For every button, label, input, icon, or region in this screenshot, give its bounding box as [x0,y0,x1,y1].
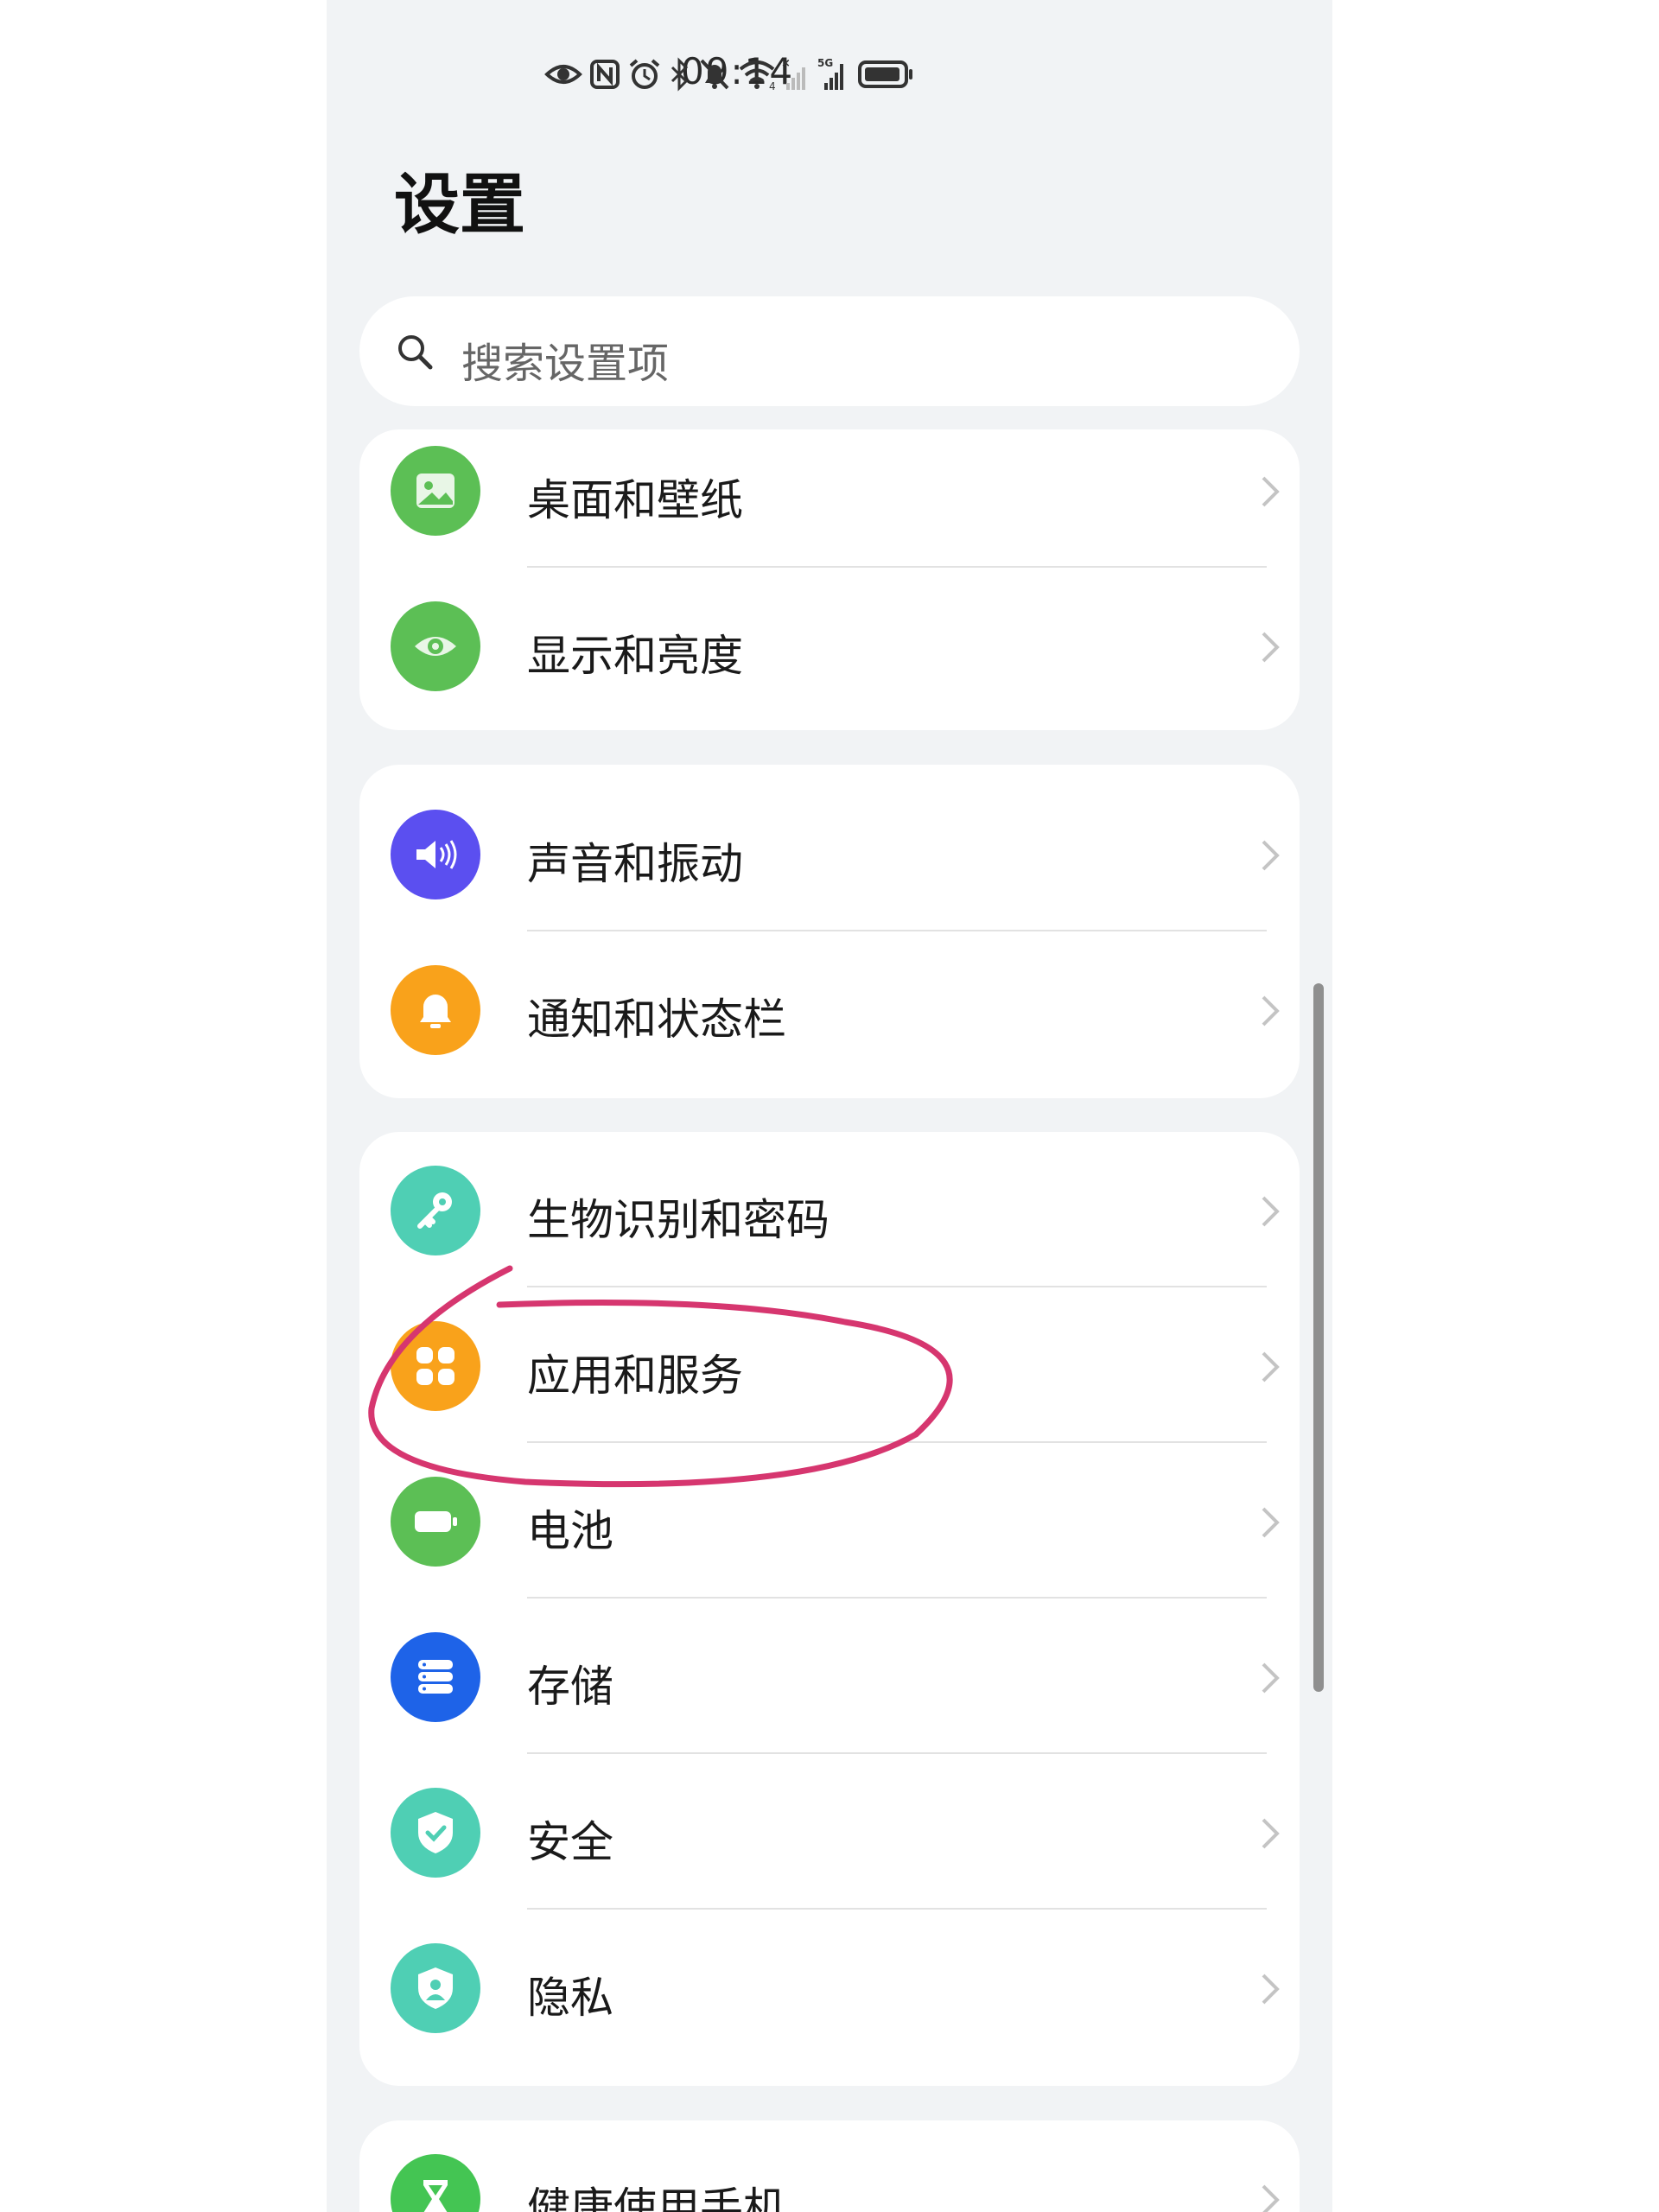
chevron-right-icon [1262,1351,1280,1382]
alarm-icon [629,59,660,89]
settings-item-label: 应用和服务 [527,1351,743,1401]
settings-item-label: 电池 [527,1506,613,1556]
settings-item-sound[interactable]: 声音和振动 [359,776,1300,931]
nfc-icon [590,60,620,89]
hourglass-icon [391,2154,480,2212]
search-input[interactable]: 搜索设置项 [359,296,1300,406]
search-icon [398,335,433,370]
svg-text:5G: 5G [817,57,833,69]
settings-group-1: 桌面和壁纸 显示和亮度 [359,429,1300,730]
sim1-signal-icon: × [781,57,805,90]
key-icon [391,1166,480,1255]
speaker-icon [391,810,480,899]
settings-item-digital-balance[interactable]: 健康使用手机 [359,2120,1300,2212]
settings-item-label: 隐私 [527,1973,613,2023]
chevron-right-icon [1262,2184,1280,2212]
chevron-right-icon [1262,840,1280,871]
settings-group-3: 生物识别和密码 应用和服务 电池 存储 安全 隐私 [359,1132,1300,2086]
chevron-right-icon [1262,632,1280,663]
chevron-right-icon [1262,476,1280,507]
settings-item-privacy[interactable]: 隐私 [359,1910,1300,2065]
search-placeholder: 搜索设置项 [461,340,670,388]
chevron-right-icon [1262,1507,1280,1538]
settings-item-label: 声音和振动 [527,839,743,889]
settings-item-apps-services[interactable]: 应用和服务 [359,1287,1300,1443]
apps-icon [391,1321,480,1411]
wallpaper-icon [391,446,480,536]
settings-item-label: 桌面和壁纸 [527,475,743,525]
settings-item-security[interactable]: 安全 [359,1754,1300,1910]
svg-text:4: 4 [769,80,776,92]
eye-icon [544,65,582,84]
settings-item-biometrics[interactable]: 生物识别和密码 [359,1132,1300,1287]
settings-item-label: 通知和状态栏 [527,995,786,1045]
5g-signal-icon: 5G [817,57,843,90]
settings-item-display[interactable]: 显示和亮度 [359,568,1300,723]
settings-item-label: 存储 [527,1662,613,1712]
settings-group-4: 健康使用手机 [359,2120,1300,2212]
wifi-icon: 4 [739,60,776,92]
mute-bell-icon [700,59,729,90]
storage-icon [391,1632,480,1722]
svg-text:×: × [781,57,791,70]
battery-icon [391,1477,480,1567]
settings-item-wallpaper[interactable]: 桌面和壁纸 [359,429,1300,568]
privacy-icon [391,1943,480,2033]
chevron-right-icon [1262,1974,1280,2005]
settings-item-label: 健康使用手机 [527,2183,786,2212]
settings-item-label: 显示和亮度 [527,631,743,681]
eye-icon [391,601,480,691]
chevron-right-icon [1262,1196,1280,1227]
settings-screen: 09:14 4 × 5G 设置 搜索设置项 桌面和壁纸 显示和亮度 声音和振动 … [327,0,1332,2212]
chevron-right-icon [1262,1662,1280,1694]
settings-group-2: 声音和振动 通知和状态栏 [359,765,1300,1098]
chevron-right-icon [1262,995,1280,1027]
settings-item-label: 生物识别和密码 [527,1195,830,1245]
battery-icon [858,60,912,88]
shield-check-icon [391,1788,480,1878]
scrollbar[interactable] [1313,983,1324,1692]
bell-icon [391,965,480,1055]
settings-item-notifications[interactable]: 通知和状态栏 [359,931,1300,1087]
bluetooth-icon [671,57,689,92]
settings-item-storage[interactable]: 存储 [359,1599,1300,1754]
page-title: 设置 [394,166,525,243]
status-bar: 09:14 4 × 5G [327,0,1332,147]
settings-item-battery[interactable]: 电池 [359,1443,1300,1599]
settings-item-label: 安全 [527,1817,613,1867]
chevron-right-icon [1262,1818,1280,1849]
